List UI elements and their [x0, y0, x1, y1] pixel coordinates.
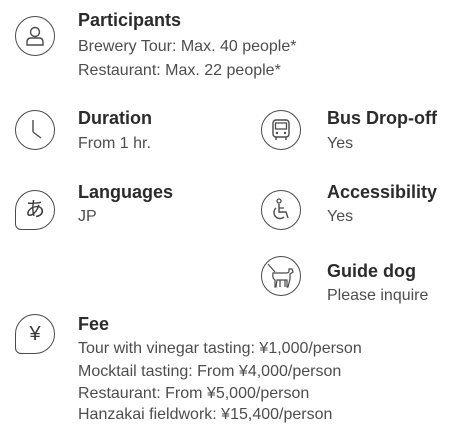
fee-line-4: Hanzakai fieldwork: ¥15,400/person — [78, 406, 333, 423]
duration-value: From 1 hr. — [78, 135, 151, 152]
speech-bubble-icon: あ — [15, 190, 55, 230]
participants-line-1: Brewery Tour: Max. 40 people* — [78, 38, 297, 55]
bus-dropoff-title: Bus Drop-off — [327, 108, 437, 128]
accessibility-title: Accessibility — [327, 182, 438, 202]
clock-icon — [15, 110, 55, 150]
fee-title: Fee — [78, 314, 110, 334]
person-icon — [15, 16, 55, 56]
fee-line-3: Restaurant: From ¥5,000/person — [78, 385, 310, 402]
guide-dog-icon — [261, 256, 301, 296]
yen-icon: ¥ — [15, 314, 55, 354]
guide-dog-title: Guide dog — [327, 261, 416, 281]
bus-icon — [261, 110, 301, 150]
fee-line-2: Mocktail tasting: From ¥4,000/person — [78, 363, 342, 380]
hiragana-a-glyph: あ — [25, 199, 45, 221]
participants-line-2: Restaurant: Max. 22 people* — [78, 62, 281, 79]
yen-glyph: ¥ — [29, 323, 41, 345]
wheelchair-icon — [261, 190, 301, 230]
duration-title: Duration — [78, 108, 152, 128]
bus-dropoff-value: Yes — [327, 135, 354, 152]
guide-dog-value: Please inquire — [327, 287, 429, 304]
participants-title: Participants — [78, 10, 182, 30]
languages-value: JP — [78, 208, 97, 225]
accessibility-value: Yes — [327, 208, 354, 225]
languages-title: Languages — [78, 182, 174, 202]
fee-line-1: Tour with vinegar tasting: ¥1,000/person — [78, 340, 362, 357]
